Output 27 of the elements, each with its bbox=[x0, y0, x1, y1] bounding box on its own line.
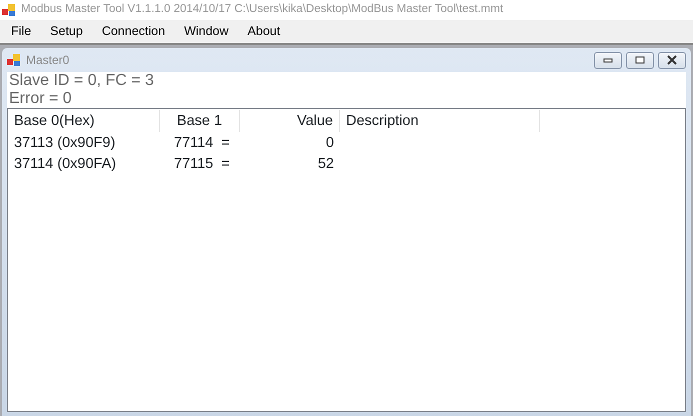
column-header[interactable]: Base 0(Hex) bbox=[8, 110, 160, 132]
window-icon bbox=[7, 53, 21, 67]
minimize-button[interactable] bbox=[594, 52, 622, 68]
maximize-icon bbox=[635, 56, 645, 64]
table-cell-text: 52 bbox=[316, 155, 335, 174]
menu-item[interactable]: File bbox=[4, 20, 38, 43]
table-cell-text: 77115 = bbox=[173, 155, 231, 174]
column-header[interactable]: Base 1 bbox=[160, 110, 240, 132]
menu-item[interactable]: Window bbox=[177, 20, 236, 43]
table-cell-text: 0 bbox=[324, 134, 335, 153]
menu-item[interactable]: Connection bbox=[94, 20, 172, 43]
column-header[interactable]: Description bbox=[340, 110, 540, 132]
window-title: Modbus Master Tool V1.1.1.0 2014/10/17 C:\Users\kika\Desktop\ModBus Master Tool\test.mmt bbox=[21, 2, 504, 18]
child-window-title: Master0 bbox=[26, 52, 70, 69]
maximize-button[interactable] bbox=[626, 52, 654, 68]
table-cell-text: 77114 = bbox=[173, 134, 231, 153]
close-button[interactable] bbox=[658, 52, 686, 68]
menu-item[interactable]: About bbox=[240, 20, 288, 43]
menu-item[interactable]: Setup bbox=[43, 20, 90, 43]
close-icon bbox=[666, 55, 678, 65]
column-header[interactable]: Value bbox=[240, 110, 340, 132]
table-cell-text: 37114 (0x90FA) bbox=[13, 155, 118, 174]
status-text: Error = 0 bbox=[9, 90, 73, 108]
app-icon bbox=[2, 3, 16, 17]
minimize-icon bbox=[603, 57, 613, 63]
table-cell-text: 37113 (0x90F9) bbox=[13, 134, 116, 153]
status-text: Slave ID = 0, FC = 3 bbox=[9, 72, 155, 90]
